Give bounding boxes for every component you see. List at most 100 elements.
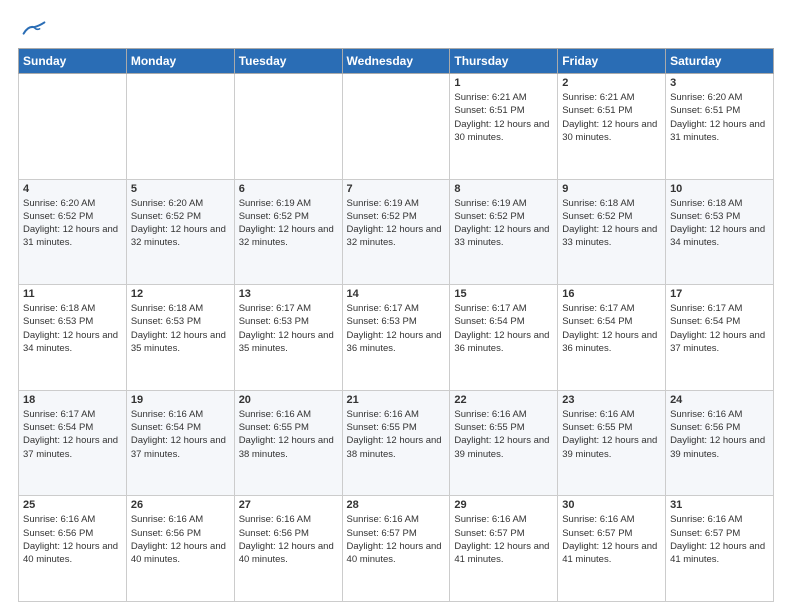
calendar-cell: 1 Sunrise: 6:21 AM Sunset: 6:51 PM Daylig… <box>450 74 558 180</box>
day-info: Sunrise: 6:17 AM Sunset: 6:54 PM Dayligh… <box>23 408 122 461</box>
calendar-cell <box>342 74 450 180</box>
day-info: Sunrise: 6:16 AM Sunset: 6:55 PM Dayligh… <box>347 408 446 461</box>
calendar-table: SundayMondayTuesdayWednesdayThursdayFrid… <box>18 48 774 602</box>
weekday-header-row: SundayMondayTuesdayWednesdayThursdayFrid… <box>19 49 774 74</box>
day-info: Sunrise: 6:18 AM Sunset: 6:53 PM Dayligh… <box>23 302 122 355</box>
calendar-cell: 13 Sunrise: 6:17 AM Sunset: 6:53 PM Dayli… <box>234 285 342 391</box>
day-number: 11 <box>23 288 122 300</box>
calendar-cell: 19Sunrise: 6:16 AM Sunset: 6:54 PM Dayli… <box>126 390 234 496</box>
day-number: 3 <box>670 77 769 89</box>
calendar-cell: 11 Sunrise: 6:18 AM Sunset: 6:53 PM Dayli… <box>19 285 127 391</box>
calendar-cell: 3 Sunrise: 6:20 AM Sunset: 6:51 PM Daylig… <box>666 74 774 180</box>
calendar-week-1: 1 Sunrise: 6:21 AM Sunset: 6:51 PM Daylig… <box>19 74 774 180</box>
calendar-body: 1 Sunrise: 6:21 AM Sunset: 6:51 PM Daylig… <box>19 74 774 602</box>
logo <box>18 18 48 38</box>
day-number: 25 <box>23 499 122 511</box>
day-number: 24 <box>670 394 769 406</box>
day-number: 19 <box>131 394 230 406</box>
calendar-cell <box>126 74 234 180</box>
day-info: Sunrise: 6:21 AM Sunset: 6:51 PM Dayligh… <box>562 91 661 144</box>
day-info: Sunrise: 6:16 AM Sunset: 6:56 PM Dayligh… <box>239 513 338 566</box>
day-number: 26 <box>131 499 230 511</box>
calendar-cell: 14 Sunrise: 6:17 AM Sunset: 6:53 PM Dayli… <box>342 285 450 391</box>
day-number: 18 <box>23 394 122 406</box>
day-number: 27 <box>239 499 338 511</box>
day-number: 9 <box>562 183 661 195</box>
weekday-header-thursday: Thursday <box>450 49 558 74</box>
calendar-cell: 27 Sunrise: 6:16 AM Sunset: 6:56 PM Dayli… <box>234 496 342 602</box>
calendar-cell: 15 Sunrise: 6:17 AM Sunset: 6:54 PM Dayli… <box>450 285 558 391</box>
day-number: 20 <box>239 394 338 406</box>
day-info: Sunrise: 6:17 AM Sunset: 6:53 PM Dayligh… <box>239 302 338 355</box>
day-info: Sunrise: 6:18 AM Sunset: 6:52 PM Dayligh… <box>562 197 661 250</box>
day-info: Sunrise: 6:19 AM Sunset: 6:52 PM Dayligh… <box>347 197 446 250</box>
calendar-cell: 16 Sunrise: 6:17 AM Sunset: 6:54 PM Dayli… <box>558 285 666 391</box>
day-number: 22 <box>454 394 553 406</box>
weekday-header-friday: Friday <box>558 49 666 74</box>
calendar-cell: 30Sunrise: 6:16 AM Sunset: 6:57 PM Dayli… <box>558 496 666 602</box>
day-number: 12 <box>131 288 230 300</box>
weekday-header-wednesday: Wednesday <box>342 49 450 74</box>
day-info: Sunrise: 6:16 AM Sunset: 6:55 PM Dayligh… <box>239 408 338 461</box>
weekday-header-monday: Monday <box>126 49 234 74</box>
day-number: 13 <box>239 288 338 300</box>
day-number: 30 <box>562 499 661 511</box>
day-number: 31 <box>670 499 769 511</box>
day-number: 4 <box>23 183 122 195</box>
day-number: 1 <box>454 77 553 89</box>
calendar-cell: 26 Sunrise: 6:16 AM Sunset: 6:56 PM Dayli… <box>126 496 234 602</box>
day-number: 8 <box>454 183 553 195</box>
day-info: Sunrise: 6:16 AM Sunset: 6:56 PM Dayligh… <box>670 408 769 461</box>
day-info: Sunrise: 6:16 AM Sunset: 6:56 PM Dayligh… <box>131 513 230 566</box>
day-number: 16 <box>562 288 661 300</box>
calendar-cell: 12 Sunrise: 6:18 AM Sunset: 6:53 PM Dayli… <box>126 285 234 391</box>
calendar-cell: 9 Sunrise: 6:18 AM Sunset: 6:52 PM Daylig… <box>558 179 666 285</box>
calendar-cell <box>234 74 342 180</box>
day-info: Sunrise: 6:18 AM Sunset: 6:53 PM Dayligh… <box>131 302 230 355</box>
day-info: Sunrise: 6:16 AM Sunset: 6:57 PM Dayligh… <box>347 513 446 566</box>
day-info: Sunrise: 6:19 AM Sunset: 6:52 PM Dayligh… <box>454 197 553 250</box>
day-number: 15 <box>454 288 553 300</box>
day-number: 23 <box>562 394 661 406</box>
calendar-week-3: 11 Sunrise: 6:18 AM Sunset: 6:53 PM Dayli… <box>19 285 774 391</box>
calendar-week-5: 25 Sunrise: 6:16 AM Sunset: 6:56 PM Dayli… <box>19 496 774 602</box>
calendar-cell: 29Sunrise: 6:16 AM Sunset: 6:57 PM Dayli… <box>450 496 558 602</box>
calendar-cell: 21 Sunrise: 6:16 AM Sunset: 6:55 PM Dayli… <box>342 390 450 496</box>
calendar-week-2: 4 Sunrise: 6:20 AM Sunset: 6:52 PM Daylig… <box>19 179 774 285</box>
weekday-header-sunday: Sunday <box>19 49 127 74</box>
day-number: 14 <box>347 288 446 300</box>
day-info: Sunrise: 6:16 AM Sunset: 6:56 PM Dayligh… <box>23 513 122 566</box>
day-info: Sunrise: 6:17 AM Sunset: 6:53 PM Dayligh… <box>347 302 446 355</box>
calendar-cell: 24 Sunrise: 6:16 AM Sunset: 6:56 PM Dayli… <box>666 390 774 496</box>
day-number: 2 <box>562 77 661 89</box>
day-info: Sunrise: 6:20 AM Sunset: 6:52 PM Dayligh… <box>23 197 122 250</box>
day-number: 29 <box>454 499 553 511</box>
day-info: Sunrise: 6:17 AM Sunset: 6:54 PM Dayligh… <box>670 302 769 355</box>
calendar-cell: 20 Sunrise: 6:16 AM Sunset: 6:55 PM Dayli… <box>234 390 342 496</box>
day-info: Sunrise: 6:21 AM Sunset: 6:51 PM Dayligh… <box>454 91 553 144</box>
day-number: 5 <box>131 183 230 195</box>
day-number: 17 <box>670 288 769 300</box>
calendar-cell: 6 Sunrise: 6:19 AM Sunset: 6:52 PM Daylig… <box>234 179 342 285</box>
day-info: Sunrise: 6:20 AM Sunset: 6:51 PM Dayligh… <box>670 91 769 144</box>
calendar-cell: 18 Sunrise: 6:17 AM Sunset: 6:54 PM Dayli… <box>19 390 127 496</box>
day-info: Sunrise: 6:17 AM Sunset: 6:54 PM Dayligh… <box>562 302 661 355</box>
day-number: 7 <box>347 183 446 195</box>
calendar-cell: 31 Sunrise: 6:16 AM Sunset: 6:57 PM Dayli… <box>666 496 774 602</box>
calendar-cell: 28Sunrise: 6:16 AM Sunset: 6:57 PM Dayli… <box>342 496 450 602</box>
day-info: Sunrise: 6:20 AM Sunset: 6:52 PM Dayligh… <box>131 197 230 250</box>
header <box>18 18 774 38</box>
page: SundayMondayTuesdayWednesdayThursdayFrid… <box>0 0 792 612</box>
day-info: Sunrise: 6:16 AM Sunset: 6:57 PM Dayligh… <box>670 513 769 566</box>
day-info: Sunrise: 6:17 AM Sunset: 6:54 PM Dayligh… <box>454 302 553 355</box>
day-number: 21 <box>347 394 446 406</box>
day-number: 6 <box>239 183 338 195</box>
calendar-week-4: 18 Sunrise: 6:17 AM Sunset: 6:54 PM Dayli… <box>19 390 774 496</box>
day-number: 10 <box>670 183 769 195</box>
calendar-cell: 2 Sunrise: 6:21 AM Sunset: 6:51 PM Daylig… <box>558 74 666 180</box>
calendar-cell: 7 Sunrise: 6:19 AM Sunset: 6:52 PM Daylig… <box>342 179 450 285</box>
logo-bird-icon <box>22 18 46 38</box>
weekday-header-tuesday: Tuesday <box>234 49 342 74</box>
day-info: Sunrise: 6:19 AM Sunset: 6:52 PM Dayligh… <box>239 197 338 250</box>
calendar-cell: 22Sunrise: 6:16 AM Sunset: 6:55 PM Dayli… <box>450 390 558 496</box>
